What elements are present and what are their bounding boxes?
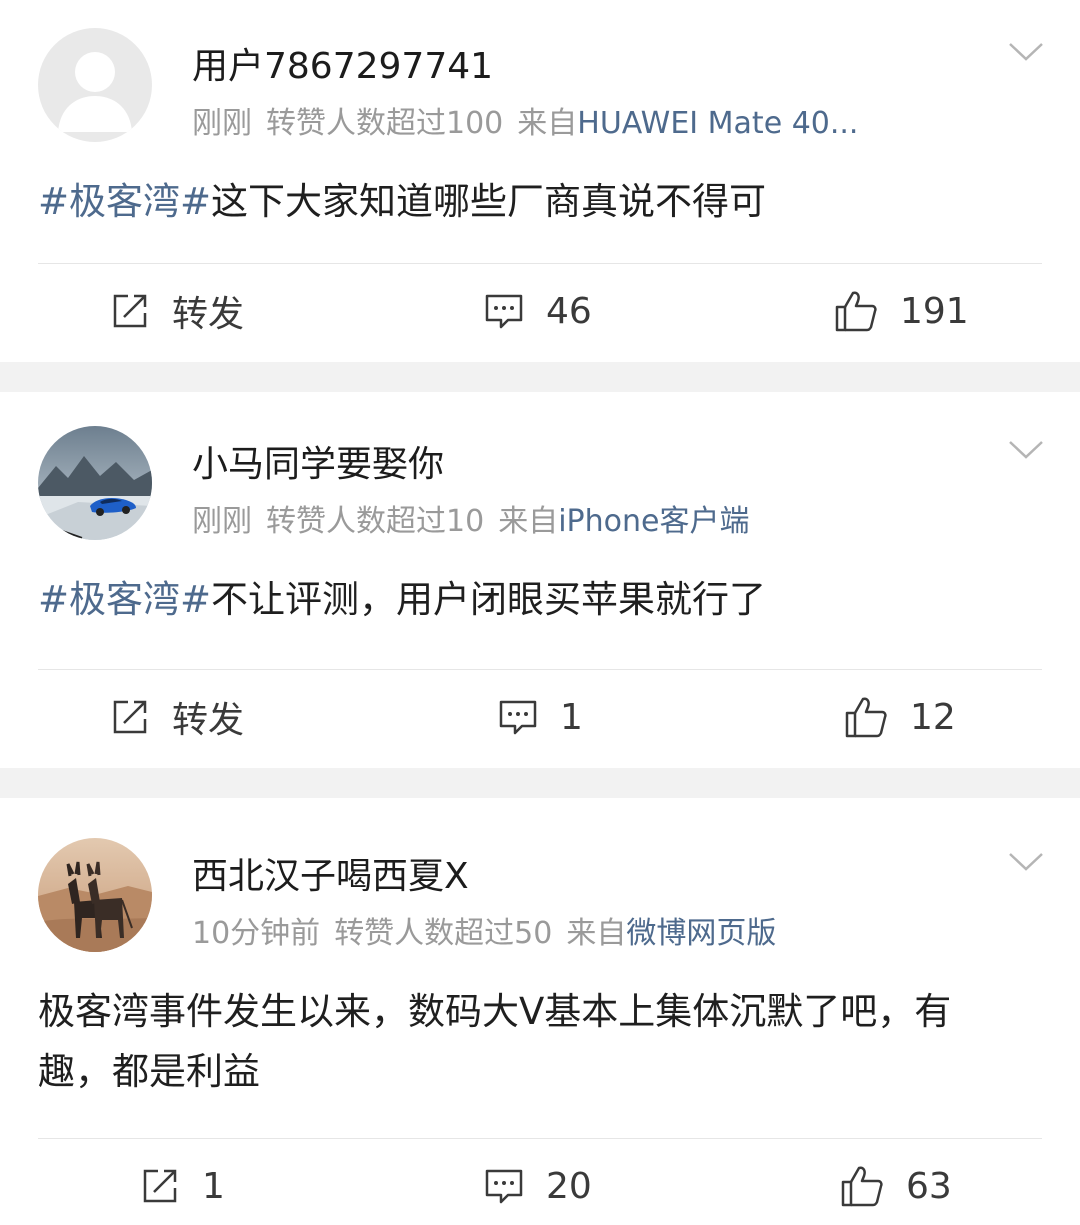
source-name[interactable]: 微博网页版 bbox=[626, 916, 776, 951]
username[interactable]: 用户7867297741 bbox=[192, 37, 493, 89]
avatar[interactable] bbox=[38, 838, 152, 952]
reposts-info: 转赞人数超过10 bbox=[266, 504, 485, 539]
action-bar: 转发 46 191 bbox=[0, 276, 1080, 346]
repost-label: 转发 bbox=[172, 294, 245, 335]
comment-icon bbox=[485, 1169, 523, 1204]
source-label: 来自 bbox=[517, 106, 578, 141]
repost-label: 转发 bbox=[172, 700, 245, 741]
repost-button[interactable]: 转发 bbox=[110, 276, 244, 346]
source-label: 来自 bbox=[566, 916, 627, 951]
comment-icon bbox=[499, 700, 537, 735]
like-count: 63 bbox=[906, 1165, 952, 1207]
post-meta: 刚刚 转赞人数超过100 来自HUAWEI Mate 40... bbox=[192, 98, 858, 142]
donkeys-avatar-icon bbox=[38, 838, 152, 952]
thumbs-up-icon bbox=[841, 1166, 883, 1207]
weibo-post: 用户7867297741 刚刚 转赞人数超过100 来自HUAWEI Mate 40… bbox=[0, 0, 1080, 362]
post-text: 不让评测，用户闭眼买苹果就行了 bbox=[211, 578, 767, 621]
username[interactable]: 小马同学要娶你 bbox=[192, 435, 444, 487]
like-button[interactable]: 12 bbox=[844, 682, 956, 752]
thumbs-up-icon bbox=[845, 697, 887, 738]
comment-count: 20 bbox=[546, 1165, 592, 1207]
reposts-info: 转赞人数超过50 bbox=[334, 916, 553, 951]
divider bbox=[38, 1138, 1042, 1139]
username[interactable]: 西北汉子喝西夏X bbox=[192, 847, 469, 899]
car-landscape-avatar-icon bbox=[38, 426, 152, 540]
chevron-down-icon[interactable] bbox=[1008, 440, 1044, 460]
divider bbox=[38, 263, 1042, 264]
post-text: 这下大家知道哪些厂商真说不得可 bbox=[211, 180, 767, 223]
repost-count: 1 bbox=[202, 1165, 225, 1207]
topic-link[interactable]: #极客湾# bbox=[38, 578, 211, 621]
weibo-post: 西北汉子喝西夏X 10分钟前 转赞人数超过50 来自微博网页版 极客湾事件发生以来，… bbox=[0, 798, 1080, 1225]
like-count: 12 bbox=[910, 696, 956, 738]
like-count: 191 bbox=[900, 290, 969, 332]
like-button[interactable]: 63 bbox=[840, 1151, 952, 1221]
post-meta: 10分钟前 转赞人数超过50 来自微博网页版 bbox=[192, 908, 776, 952]
post-time: 刚刚 bbox=[192, 504, 252, 539]
weibo-post: 小马同学要娶你 刚刚 转赞人数超过10 来自iPhone客户端 #极客湾#不让评测，… bbox=[0, 392, 1080, 768]
avatar[interactable] bbox=[38, 426, 152, 540]
repost-icon bbox=[113, 294, 147, 328]
comment-button[interactable]: 1 bbox=[498, 682, 583, 752]
action-bar: 转发 1 12 bbox=[0, 682, 1080, 752]
post-meta: 刚刚 转赞人数超过10 来自iPhone客户端 bbox=[192, 496, 749, 540]
default-avatar-icon bbox=[38, 28, 152, 142]
source-name[interactable]: HUAWEI Mate 40... bbox=[577, 106, 858, 141]
post-time: 刚刚 bbox=[192, 106, 252, 141]
post-text: 极客湾事件发生以来，数码大V基本上集体沉默了吧，有趣，都是利益 bbox=[38, 990, 952, 1093]
post-time: 10分钟前 bbox=[192, 916, 321, 951]
comment-button[interactable]: 20 bbox=[484, 1151, 592, 1221]
repost-icon bbox=[143, 1169, 177, 1203]
action-bar: 1 20 63 bbox=[0, 1151, 1080, 1221]
thumbs-up-icon bbox=[835, 291, 877, 332]
source-name[interactable]: iPhone客户端 bbox=[558, 504, 749, 539]
post-content: 极客湾事件发生以来，数码大V基本上集体沉默了吧，有趣，都是利益 bbox=[38, 982, 1020, 1102]
like-button[interactable]: 191 bbox=[834, 276, 969, 346]
comment-icon bbox=[485, 294, 523, 329]
avatar[interactable] bbox=[38, 28, 152, 142]
repost-button[interactable]: 1 bbox=[140, 1151, 225, 1221]
post-content: #极客湾#不让评测，用户闭眼买苹果就行了 bbox=[38, 570, 1020, 630]
divider bbox=[38, 669, 1042, 670]
chevron-down-icon[interactable] bbox=[1008, 852, 1044, 872]
repost-button[interactable]: 转发 bbox=[110, 682, 244, 752]
comment-count: 1 bbox=[560, 696, 583, 738]
source-label: 来自 bbox=[498, 504, 559, 539]
topic-link[interactable]: #极客湾# bbox=[38, 180, 211, 223]
reposts-info: 转赞人数超过100 bbox=[266, 106, 504, 141]
comment-button[interactable]: 46 bbox=[484, 276, 592, 346]
post-content: #极客湾#这下大家知道哪些厂商真说不得可 bbox=[38, 172, 1020, 232]
comment-count: 46 bbox=[546, 290, 592, 332]
chevron-down-icon[interactable] bbox=[1008, 42, 1044, 62]
repost-icon bbox=[113, 700, 147, 734]
